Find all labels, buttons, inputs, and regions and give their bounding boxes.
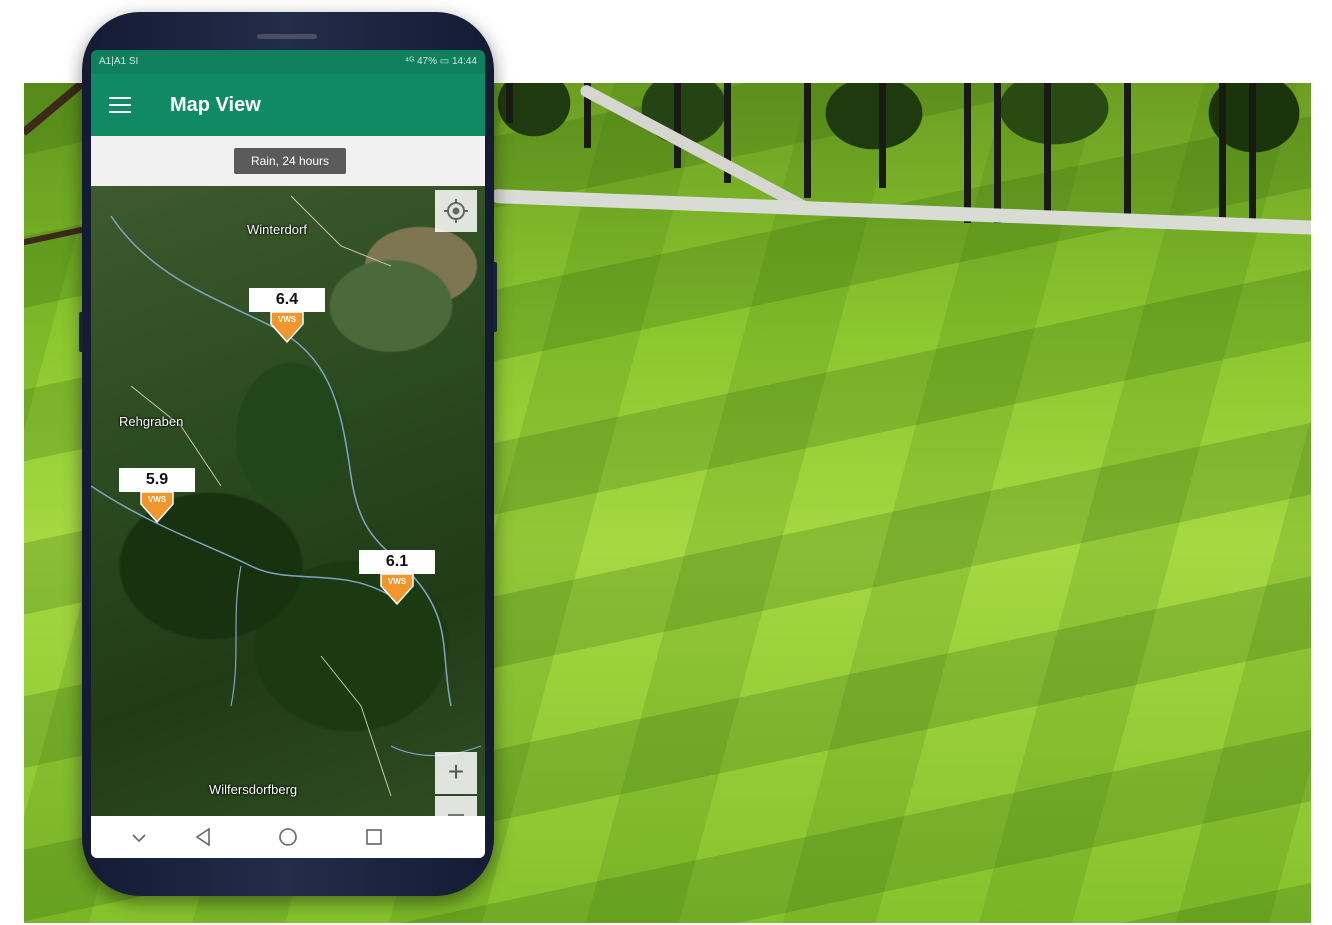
phone-side-button (79, 312, 83, 352)
marker-badge: VWS (387, 577, 407, 586)
tree-trunk (879, 83, 886, 188)
tree-branch (24, 83, 88, 136)
home-circle-icon (279, 828, 297, 846)
tree-trunk (1044, 83, 1051, 223)
place-label-rehgraben: Rehgraben (119, 414, 184, 429)
home-button[interactable] (268, 816, 308, 858)
marker-value: 6.1 (359, 550, 435, 574)
weather-station-marker[interactable]: 6.1 VWS (359, 550, 435, 606)
phone-power-button (493, 262, 497, 332)
android-nav-bar (91, 816, 485, 858)
tree-trunk (994, 83, 1001, 223)
hide-nav-button[interactable] (119, 816, 159, 858)
tree-trunk (1124, 83, 1131, 223)
status-info: ⁴ᴳ 47% ▭ 14:44 (404, 56, 477, 67)
recents-square-icon (366, 829, 382, 845)
marker-badge: VWS (147, 495, 167, 504)
weather-station-marker[interactable]: 6.4 VWS (249, 288, 325, 344)
page-title: Map View (170, 94, 261, 116)
phone-frame: A1|A1 SI ⁴ᴳ 47% ▭ 14:44 Map View Rain, 2… (79, 12, 497, 896)
place-label-winterdorf: Winterdorf (247, 222, 307, 237)
zoom-out-button[interactable] (435, 796, 477, 816)
tree-trunk (1249, 83, 1256, 223)
tree-trunk (804, 83, 811, 198)
tree-branch (24, 225, 88, 247)
crosshair-locate-icon (444, 199, 468, 223)
filter-bar: Rain, 24 hours (91, 136, 485, 186)
locate-button[interactable] (435, 190, 477, 232)
layer-filter-button[interactable]: Rain, 24 hours (234, 148, 346, 174)
satellite-map[interactable]: Winterdorf Rehgraben Wilfersdorfberg 6.4… (91, 186, 485, 816)
carrier-label: A1|A1 SI (99, 56, 139, 67)
recents-button[interactable] (354, 816, 394, 858)
zoom-in-button[interactable]: + (435, 752, 477, 794)
tree-trunk (506, 83, 513, 123)
status-bar: A1|A1 SI ⁴ᴳ 47% ▭ 14:44 (91, 50, 485, 74)
tree-trunk (674, 83, 681, 168)
back-triangle-icon (195, 827, 210, 847)
tree-trunk (964, 83, 971, 223)
hamburger-menu-icon[interactable] (109, 97, 131, 113)
chevron-down-icon (132, 834, 146, 843)
phone-speaker (257, 34, 317, 39)
back-button[interactable] (183, 816, 223, 858)
marker-value: 6.4 (249, 288, 325, 312)
marker-value: 5.9 (119, 468, 195, 492)
place-label-wilfersdorfberg: Wilfersdorfberg (209, 782, 298, 797)
weather-station-marker[interactable]: 5.9 VWS (119, 468, 195, 524)
phone-screen: A1|A1 SI ⁴ᴳ 47% ▭ 14:44 Map View Rain, 2… (91, 50, 485, 858)
tree-trunk (1219, 83, 1226, 223)
marker-badge: VWS (277, 315, 297, 324)
app-bar: Map View (91, 74, 485, 136)
